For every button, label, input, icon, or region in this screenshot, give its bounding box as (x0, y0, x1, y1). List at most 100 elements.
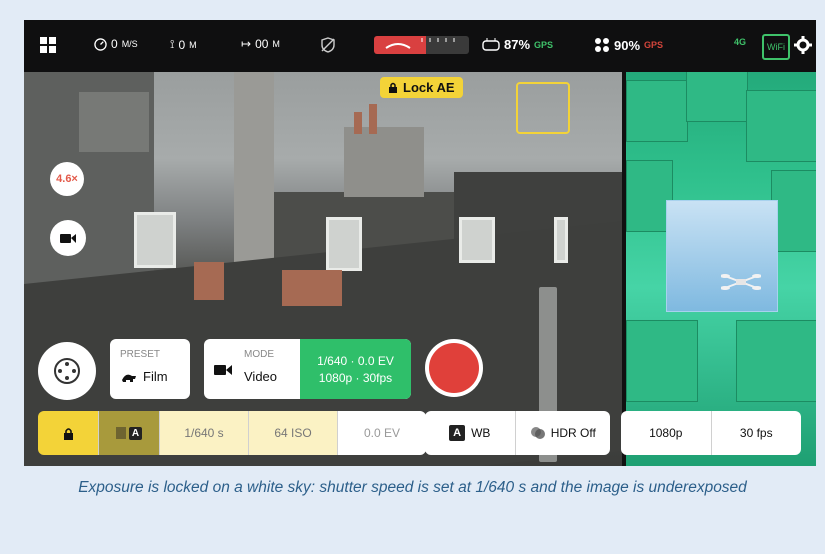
video-camera-icon (214, 365, 232, 375)
window (326, 217, 362, 271)
attitude-indicator (374, 36, 469, 54)
wifi-badge: WiFi (762, 34, 790, 60)
wb-hdr-group: A WB HDR Off (425, 411, 610, 455)
shutter-value: 1/640 s (184, 426, 224, 440)
settings-button[interactable] (794, 36, 812, 54)
capture-settings-summary[interactable]: 1/640 · 0.0 EV 1080p · 30fps (300, 339, 411, 399)
sim-block (746, 90, 816, 162)
wb-label: WB (471, 426, 491, 440)
exposure-compensation[interactable]: 0.0 EV (338, 411, 426, 455)
wifi-label: WiFi (767, 42, 785, 52)
drone-icon (721, 274, 761, 290)
hdr-button[interactable]: HDR Off (516, 411, 610, 455)
lock-ae-label: Lock AE (403, 80, 455, 95)
exposure-summary: 1/640 · 0.0 EV (317, 353, 394, 368)
horizon-icon (385, 38, 455, 49)
altitude-icon: ⟟ (170, 37, 175, 51)
joystick-icon (54, 358, 80, 384)
split-divider[interactable] (622, 20, 626, 466)
manual-icon (115, 427, 126, 439)
turtle-icon (122, 374, 136, 382)
video-format-group: 1080p 30 fps (621, 411, 801, 455)
speed-icon (94, 37, 107, 51)
exposure-bar: A 1/640 s 64 ISO 0.0 EV (38, 411, 426, 455)
drone-gps: GPS (644, 40, 664, 50)
camera-mode-button[interactable] (50, 220, 86, 256)
speed-readout: 0 M/S (94, 37, 138, 51)
chimney (194, 262, 224, 300)
lock-icon (63, 427, 73, 440)
distance-readout: ↦ 00 M (241, 37, 280, 51)
preset-button[interactable]: PRESET Film (110, 339, 190, 399)
altitude-unit: M (189, 39, 197, 50)
speed-unit: M/S (121, 39, 138, 49)
resolution-button[interactable]: 1080p (621, 411, 712, 455)
preset-label: PRESET (120, 349, 161, 360)
drone-battery: 90% (614, 37, 641, 53)
auto-badge: A (128, 426, 143, 440)
network-label: 4G (734, 37, 747, 47)
iso-value: 64 ISO (274, 426, 312, 440)
zoom-label: 4.6× (56, 173, 78, 185)
preset-value: Film (143, 369, 168, 384)
chimney (282, 270, 342, 306)
drone-app-screen: 0 M/S ⟟ 0 M ↦ 00 M 87% GPS 90% GPS 4G Wi… (24, 20, 816, 466)
controller-icon (482, 38, 500, 51)
altitude-value: 0 (178, 37, 186, 52)
window (134, 212, 176, 268)
chimney-stack (344, 127, 424, 197)
obstacle-avoidance-off[interactable] (320, 37, 336, 53)
grid-icon (40, 37, 56, 53)
iso[interactable]: 64 ISO (249, 411, 338, 455)
mode-value: Video (244, 369, 278, 384)
auto-mode-button[interactable]: A (99, 411, 160, 455)
chimney (369, 104, 377, 134)
framerate-value: 30 fps (739, 426, 773, 440)
white-balance-button[interactable]: A WB (425, 411, 516, 455)
controller-status: 87% GPS (482, 37, 553, 52)
controller-gps: GPS (534, 39, 554, 50)
altitude-readout: ⟟ 0 M (170, 37, 197, 52)
speed-value: 0 (111, 37, 118, 51)
hdr-icon (530, 427, 545, 439)
drone-status-icon (595, 38, 609, 52)
mode-button[interactable]: MODE Video 1/640 · 0.0 EV 1080p · 30fps (204, 339, 411, 399)
exposure-lock-button[interactable] (38, 411, 99, 455)
controller-battery: 87% (504, 37, 531, 52)
exposure-target-box[interactable] (516, 82, 570, 134)
sim-sky (666, 200, 778, 312)
distance-unit: M (272, 39, 280, 49)
joystick-button[interactable] (38, 342, 96, 400)
record-dot (429, 343, 479, 393)
record-button[interactable] (425, 339, 483, 397)
shield-off-icon (321, 37, 335, 53)
drone-status: 90% GPS (594, 37, 663, 53)
window (554, 217, 568, 263)
sim-block (626, 320, 698, 402)
chimney (354, 112, 362, 134)
figure-caption: Exposure is locked on a white sky: shutt… (78, 479, 747, 496)
gear-icon (794, 36, 812, 54)
building-tower (234, 72, 274, 262)
top-status-bar: 0 M/S ⟟ 0 M ↦ 00 M 87% GPS 90% GPS 4G Wi… (24, 20, 816, 72)
sim-block (626, 80, 688, 142)
zoom-button[interactable]: 4.6× (50, 162, 84, 196)
lock-ae-badge[interactable]: Lock AE (380, 77, 463, 98)
resolution-value: 1080p (649, 426, 683, 440)
video-summary: 1080p · 30fps (318, 370, 393, 385)
wb-auto-badge: A (449, 425, 466, 441)
distance-value: 00 (255, 37, 269, 51)
distance-icon: ↦ (241, 37, 252, 51)
video-camera-icon (60, 233, 76, 243)
window (459, 217, 495, 263)
framerate-button[interactable]: 30 fps (712, 411, 802, 455)
shutter-speed[interactable]: 1/640 s (160, 411, 249, 455)
simulator-view[interactable] (626, 20, 816, 466)
lock-icon (389, 82, 397, 93)
network-status: 4G (734, 37, 746, 47)
hdr-label: HDR Off (550, 426, 596, 440)
mode-label: MODE (244, 349, 274, 360)
menu-button[interactable] (40, 37, 56, 53)
sim-block (736, 320, 816, 402)
roof-structure (79, 92, 149, 152)
